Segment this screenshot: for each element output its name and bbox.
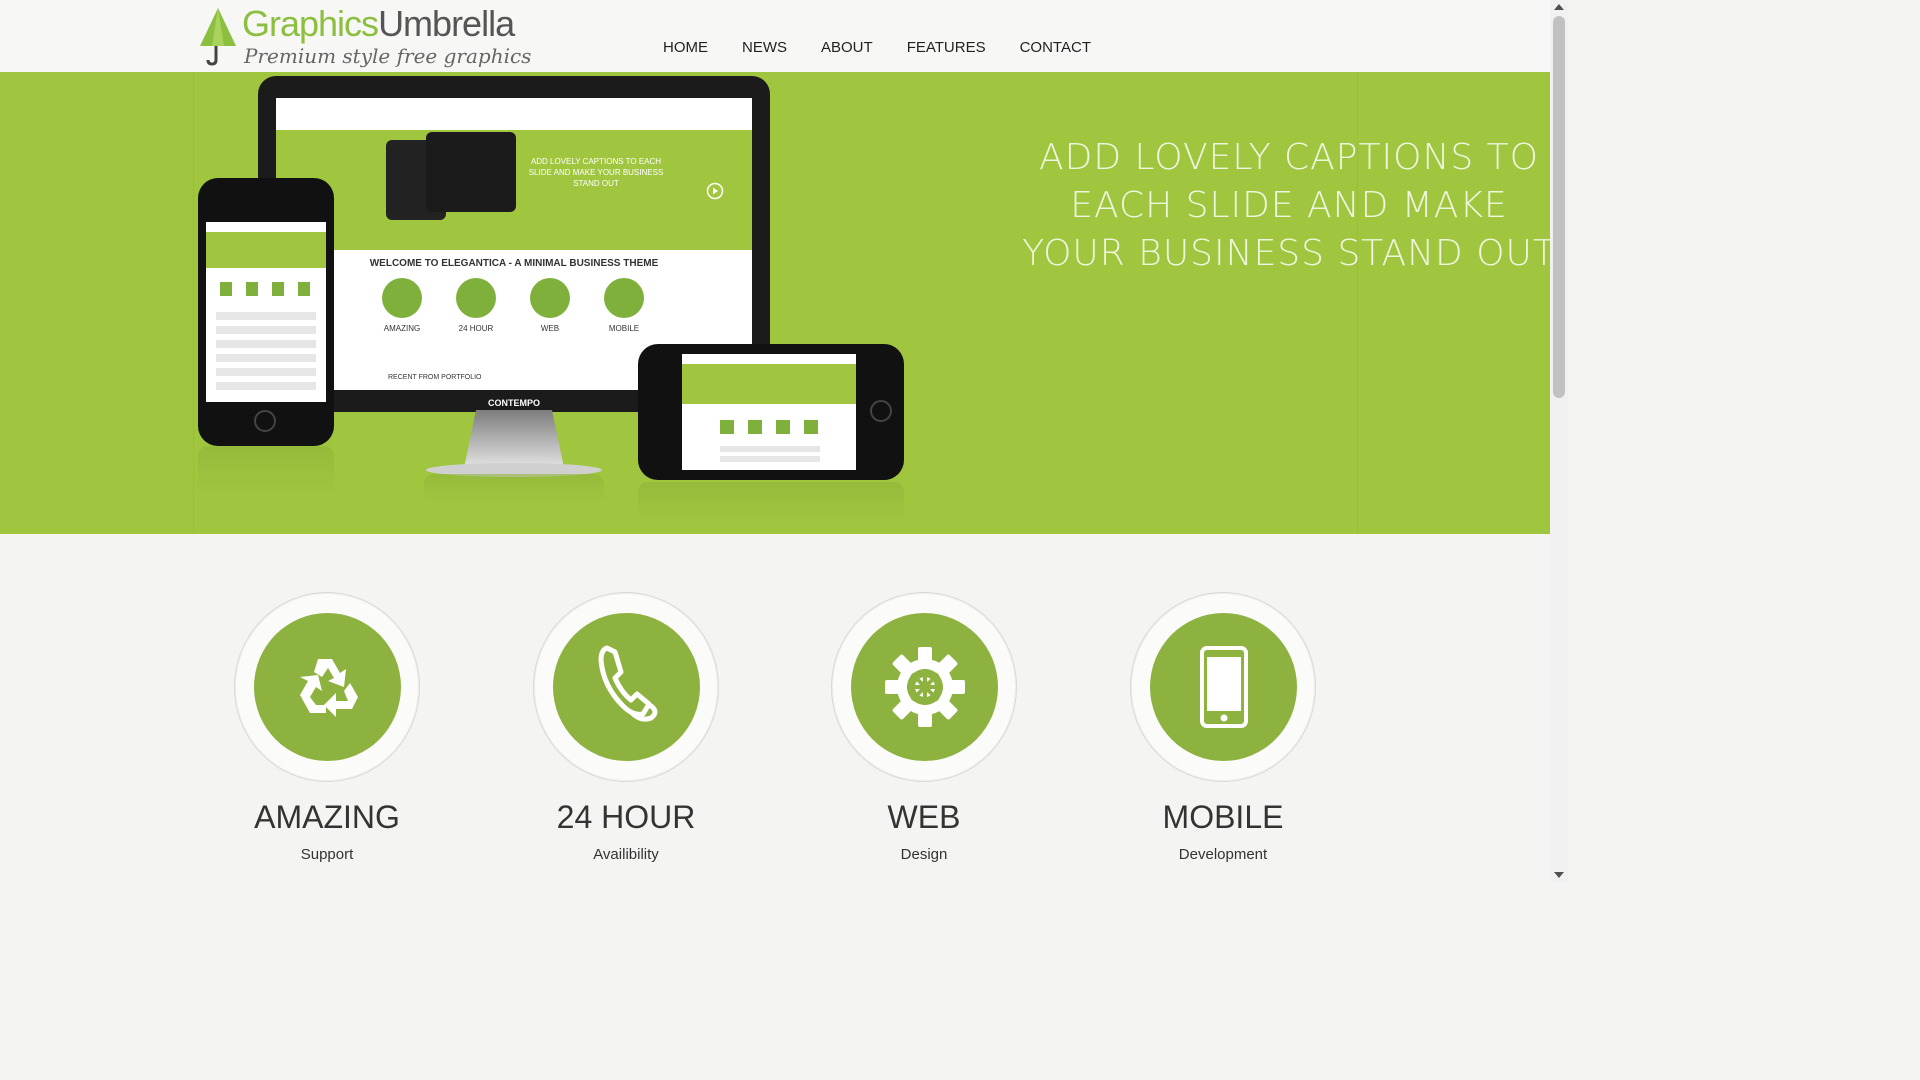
nav-about[interactable]: ABOUT bbox=[804, 36, 890, 60]
feature-subtitle: Development bbox=[1178, 846, 1268, 863]
phone-landscape-screen bbox=[682, 354, 856, 470]
feature-amazing[interactable]: AMAZING Support bbox=[177, 592, 477, 863]
feature-24-hour[interactable]: 24 HOUR Availibility bbox=[476, 592, 776, 863]
mockup-icon-item: WEB bbox=[530, 278, 570, 333]
feature-ring bbox=[533, 592, 719, 782]
feature-ring bbox=[1130, 592, 1316, 782]
nav-features[interactable]: FEATURES bbox=[890, 36, 1003, 60]
feature-mobile[interactable]: MOBILE Development bbox=[1073, 592, 1373, 863]
feature-subtitle: Design bbox=[900, 846, 948, 863]
nav-home[interactable]: HOME bbox=[646, 36, 725, 60]
phone-icon bbox=[598, 645, 657, 722]
logo-brand-part1: Graphics bbox=[242, 3, 379, 44]
site-logo[interactable]: GraphicsUmbrella Premium style free grap… bbox=[196, 2, 531, 70]
phone-portrait-screen bbox=[206, 222, 326, 402]
monitor-stand bbox=[426, 410, 602, 477]
mockup-icon-label: 24 HOUR bbox=[458, 324, 494, 333]
phone-left-reflection bbox=[198, 446, 334, 496]
scroll-up-arrow-icon[interactable] bbox=[1554, 4, 1564, 10]
phone-landscape-hero bbox=[682, 364, 856, 404]
features-section: AMAZING Support 24 HOUR Availibility WEB… bbox=[0, 534, 1550, 882]
feature-icon-disc bbox=[553, 613, 700, 761]
main-nav: HOME NEWS ABOUT FEATURES CONTACT bbox=[646, 36, 1108, 60]
mockup-icons: AMAZING 24 HOUR WEB MOBILE bbox=[382, 278, 644, 333]
feature-icon-disc bbox=[254, 613, 401, 761]
play-icon bbox=[706, 182, 724, 200]
logo-tagline: Premium style free graphics bbox=[244, 44, 532, 68]
feature-title: MOBILE bbox=[1162, 799, 1284, 835]
phone-icon bbox=[456, 278, 496, 318]
feature-web[interactable]: WEB Design bbox=[774, 592, 1074, 863]
mockup-icon-item: AMAZING bbox=[382, 278, 422, 333]
mobile-icon bbox=[1199, 646, 1248, 728]
logo-brand-part2: Umbrella bbox=[378, 3, 515, 44]
umbrella-icon bbox=[200, 8, 236, 66]
home-button-icon bbox=[870, 400, 892, 422]
phone-portrait-content bbox=[216, 312, 316, 392]
hero-slider[interactable]: ADD LOVELY CAPTIONS TO EACH SLIDE AND MA… bbox=[0, 72, 1550, 534]
nav-news[interactable]: NEWS bbox=[725, 36, 804, 60]
feature-title: 24 HOUR bbox=[556, 799, 696, 835]
feature-subtitle: Availibility bbox=[593, 846, 659, 863]
feature-title: WEB bbox=[887, 799, 961, 835]
recycle-icon bbox=[382, 278, 422, 318]
phone-portrait-hero bbox=[206, 232, 326, 268]
mockup-icon-item: MOBILE bbox=[604, 278, 644, 333]
feature-ring bbox=[831, 592, 1017, 782]
phone-landscape-content bbox=[720, 446, 820, 464]
mockup-hero: ADD LOVELY CAPTIONS TO EACH SLIDE AND MA… bbox=[276, 130, 752, 250]
phone-right-reflection bbox=[638, 482, 904, 522]
mockup-icon-label: MOBILE bbox=[608, 324, 640, 333]
feature-icon-disc bbox=[1150, 613, 1297, 761]
gear-icon bbox=[530, 278, 570, 318]
phone-portrait-mockup-image bbox=[198, 178, 334, 446]
scroll-down-arrow-icon[interactable] bbox=[1554, 872, 1564, 878]
phone-landscape-icons bbox=[720, 420, 820, 434]
phone-landscape-mockup-image bbox=[638, 344, 904, 480]
feature-subtitle: Support bbox=[300, 846, 354, 863]
nav-contact[interactable]: CONTACT bbox=[1003, 36, 1108, 60]
mockup-recent: RECENT FROM PORTFOLIO bbox=[388, 374, 482, 381]
vertical-scrollbar[interactable] bbox=[1550, 0, 1568, 882]
mockup-icon-item: 24 HOUR bbox=[456, 278, 496, 333]
feature-title: AMAZING bbox=[254, 799, 400, 835]
phone-portrait-icons bbox=[220, 282, 312, 296]
site-header: GraphicsUmbrella Premium style free grap… bbox=[0, 0, 1550, 72]
mobile-icon bbox=[604, 278, 644, 318]
hero-caption: ADD LOVELY CAPTIONS TO EACH SLIDE AND MA… bbox=[1022, 137, 1550, 274]
home-button-icon bbox=[254, 410, 276, 432]
recycle-icon bbox=[299, 659, 358, 717]
mockup-caption: ADD LOVELY CAPTIONS TO EACH SLIDE AND MA… bbox=[528, 157, 664, 188]
mockup-devices-image bbox=[426, 132, 516, 212]
feature-icon-disc bbox=[851, 613, 998, 761]
mockup-icon-label: AMAZING bbox=[383, 324, 421, 333]
mockup-icon-label: WEB bbox=[540, 324, 560, 333]
scrollbar-thumb[interactable] bbox=[1553, 16, 1565, 398]
stand-reflection bbox=[424, 474, 604, 504]
feature-ring bbox=[234, 592, 420, 782]
gear-icon bbox=[884, 647, 965, 727]
mockup-brandbar bbox=[276, 98, 752, 130]
mockup-welcome: WELCOME TO ELEGANTICA - A MINIMAL BUSINE… bbox=[369, 258, 659, 269]
logo-brand: GraphicsUmbrella bbox=[242, 3, 515, 44]
